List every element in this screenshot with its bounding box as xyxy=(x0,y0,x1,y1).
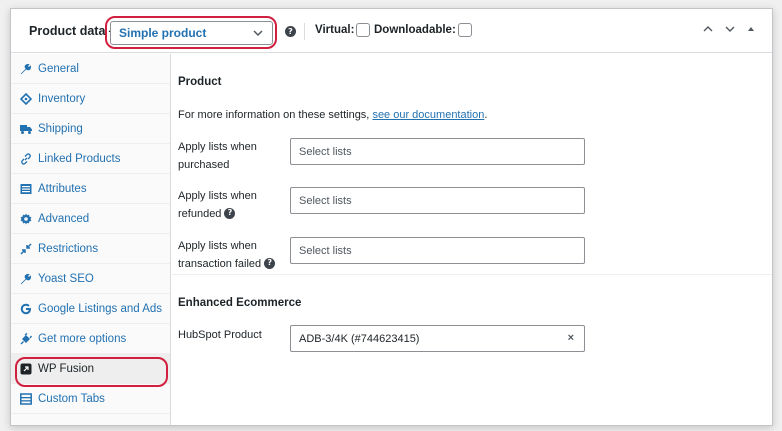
wrench-icon xyxy=(20,273,32,284)
product-heading: Product xyxy=(178,76,222,88)
failed-lists-label: Apply lists when transaction failed? xyxy=(178,237,288,273)
panel-controls xyxy=(702,23,756,35)
google-icon xyxy=(20,303,31,314)
chevron-down-icon xyxy=(253,30,263,37)
virtual-option[interactable]: Virtual: xyxy=(315,23,371,37)
tab-label: WP Fusion xyxy=(38,362,95,375)
virtual-label: Virtual: xyxy=(315,24,355,36)
info-text: For more information on these settings, … xyxy=(178,109,487,121)
wrench-icon xyxy=(20,63,32,74)
product-data-tabs: General Inventory Shipping Linked Produc… xyxy=(11,54,171,425)
downloadable-option[interactable]: Downloadable: xyxy=(374,23,472,37)
ecommerce-heading: Enhanced Ecommerce xyxy=(178,297,302,309)
tab-general[interactable]: General xyxy=(11,54,170,84)
failed-lists-select[interactable]: Select lists xyxy=(290,237,585,264)
product-type-select[interactable]: Simple product xyxy=(110,21,273,45)
hubspot-product-select[interactable]: ADB-3/4K (#744623415) × xyxy=(290,325,585,352)
info-text-end: . xyxy=(484,109,488,121)
plugin-icon xyxy=(20,332,32,344)
move-down-icon[interactable] xyxy=(724,23,736,35)
tab-linked-products[interactable]: Linked Products xyxy=(11,144,170,174)
label-line: Apply lists when xyxy=(178,190,257,202)
wp-fusion-settings-panel: Product For more information on these se… xyxy=(172,54,772,425)
collapse-toggle-icon[interactable] xyxy=(746,24,756,34)
clear-icon[interactable]: × xyxy=(568,332,574,344)
header-divider xyxy=(304,23,305,40)
tab-google-listings-and-ads[interactable]: Google Listings and Ads xyxy=(11,294,170,324)
help-icon[interactable]: ? xyxy=(285,26,296,37)
tab-inventory[interactable]: Inventory xyxy=(11,84,170,114)
tab-wp-fusion[interactable]: WP Fusion xyxy=(11,354,170,384)
tab-restrictions[interactable]: Restrictions xyxy=(11,234,170,264)
tab-label: Linked Products xyxy=(38,152,121,165)
tab-label: Inventory xyxy=(38,92,86,105)
tab-get-more-options[interactable]: Get more options xyxy=(11,324,170,354)
placeholder: Select lists xyxy=(299,244,352,257)
label-line: purchased xyxy=(178,159,230,171)
product-data-panel: Product data — Simple product ? Virtual:… xyxy=(10,8,773,426)
tab-advanced[interactable]: Advanced xyxy=(11,204,170,234)
tab-label: General xyxy=(38,62,79,75)
tab-custom-tabs[interactable]: Custom Tabs xyxy=(11,384,170,414)
label-line: Apply lists when xyxy=(178,141,257,153)
help-icon[interactable]: ? xyxy=(264,257,276,269)
label-line: transaction failed xyxy=(178,258,262,270)
gear-icon xyxy=(20,213,32,224)
virtual-checkbox[interactable] xyxy=(356,23,371,37)
section-divider xyxy=(172,274,772,275)
list-icon xyxy=(20,183,32,194)
placeholder: Select lists xyxy=(299,194,352,207)
placeholder: Select lists xyxy=(299,145,352,158)
move-up-icon[interactable] xyxy=(702,23,714,35)
refunded-lists-select[interactable]: Select lists xyxy=(290,187,585,214)
hubspot-product-label: HubSpot Product xyxy=(178,329,262,341)
tab-yoast-seo[interactable]: Yoast SEO xyxy=(11,264,170,294)
tab-label: Advanced xyxy=(38,212,90,225)
downloadable-checkbox[interactable] xyxy=(457,23,472,37)
tabs-icon xyxy=(20,392,32,405)
tab-label: Yoast SEO xyxy=(38,272,94,285)
tab-shipping[interactable]: Shipping xyxy=(11,114,170,144)
product-data-title: Product data — xyxy=(29,23,122,38)
documentation-link[interactable]: see our documentation xyxy=(372,109,484,121)
tab-label: Shipping xyxy=(38,122,83,135)
info-text-prefix: For more information on these settings, xyxy=(178,109,373,121)
purchased-lists-select[interactable]: Select lists xyxy=(290,138,585,165)
downloadable-label: Downloadable: xyxy=(374,24,456,36)
label-line: Apply lists when xyxy=(178,240,257,252)
label-line: refunded xyxy=(178,208,222,220)
help-icon[interactable]: ? xyxy=(224,207,236,219)
purchased-lists-label: Apply lists when purchased xyxy=(178,138,278,174)
link-icon xyxy=(21,152,31,165)
product-type-value: Simple product xyxy=(119,26,207,40)
truck-icon xyxy=(20,124,32,134)
tab-label: Attributes xyxy=(38,182,87,195)
tab-label: Get more options xyxy=(38,332,127,345)
tab-attributes[interactable]: Attributes xyxy=(11,174,170,204)
tab-label: Custom Tabs xyxy=(38,392,105,405)
refunded-lists-label: Apply lists when refunded? xyxy=(178,187,278,223)
tab-label: Google Listings and Ads xyxy=(38,302,163,315)
tag-icon xyxy=(20,92,32,105)
tab-label: Restrictions xyxy=(38,242,99,255)
hubspot-product-value: ADB-3/4K (#744623415) xyxy=(299,332,420,345)
wp-fusion-icon xyxy=(20,363,32,374)
arrows-icon xyxy=(20,242,32,255)
